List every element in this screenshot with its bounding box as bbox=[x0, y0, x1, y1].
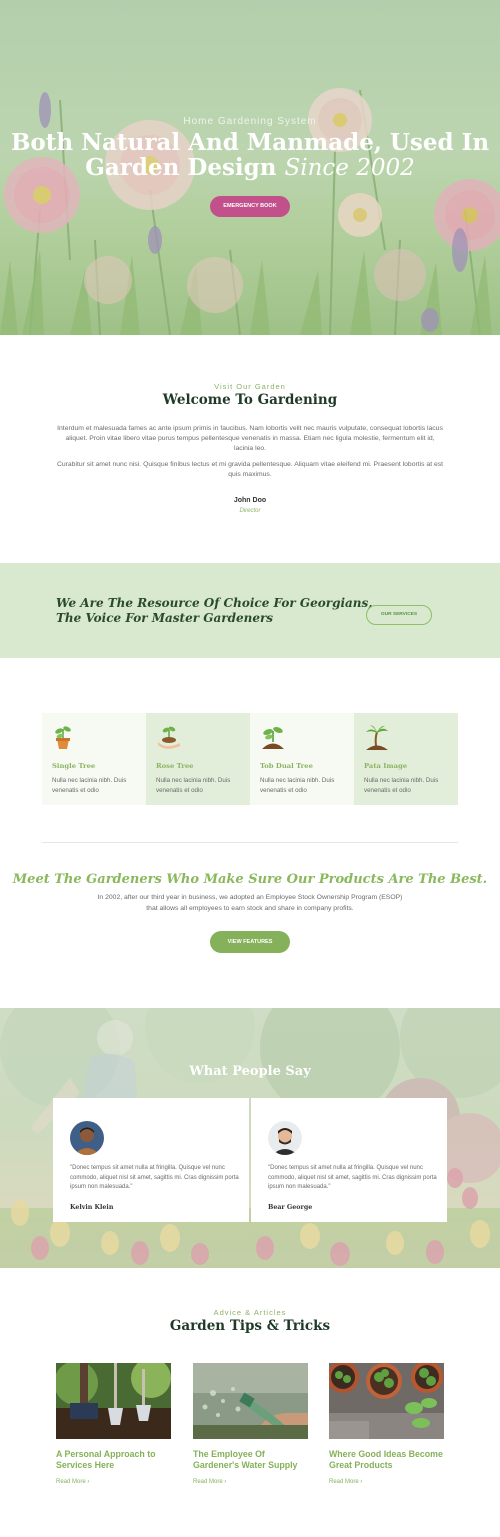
avatar bbox=[70, 1121, 104, 1155]
welcome-kicker: Visit Our Garden bbox=[214, 382, 286, 391]
article-title[interactable]: Where Good Ideas Become Great Products bbox=[329, 1449, 447, 1470]
our-services-button[interactable]: OUR SERVICES bbox=[366, 605, 432, 625]
read-more-link[interactable]: Read More › bbox=[193, 1479, 226, 1485]
chevron-right-icon: › bbox=[360, 1479, 363, 1485]
article-image[interactable] bbox=[56, 1363, 171, 1439]
hand-seedling-icon bbox=[158, 726, 180, 749]
feature-text: Nulla nec lacinia nibh. Duis venenatis e… bbox=[260, 777, 335, 794]
testimonial-author: Kelvin Klein bbox=[70, 1204, 114, 1211]
welcome-paragraph-1: Interdum et malesuada fames ac ante ipsu… bbox=[57, 425, 443, 452]
hero-title-line2: Garden Design Since 2002 bbox=[0, 155, 500, 181]
feature-text: Nulla nec lacinia nibh. Duis venenatis e… bbox=[52, 777, 127, 794]
person-avatar-icon bbox=[268, 1121, 302, 1155]
meet-gardeners-text: In 2002, after our third year in busines… bbox=[70, 893, 430, 914]
band-headline: We Are The Resource Of Choice For Georgi… bbox=[56, 596, 372, 626]
hero-subtitle: Home Gardening System bbox=[183, 116, 317, 127]
read-more-label: Read More bbox=[329, 1479, 359, 1485]
person-avatar-icon bbox=[70, 1121, 104, 1155]
emergency-book-button[interactable]: EMERGENCY BOOK bbox=[210, 196, 290, 217]
meet-text-line1: In 2002, after our third year in busines… bbox=[97, 894, 403, 901]
read-more-link[interactable]: Read More › bbox=[329, 1479, 362, 1485]
band-line-1: We Are The Resource Of Choice For Georgi… bbox=[56, 596, 373, 610]
resource-band: We Are The Resource Of Choice For Georgi… bbox=[0, 563, 500, 658]
chevron-right-icon: › bbox=[224, 1479, 227, 1485]
article-title[interactable]: A Personal Approach to Services Here bbox=[56, 1449, 174, 1470]
welcome-paragraph-2: Curabitur sit amet nunc nisi. Quisque fi… bbox=[56, 461, 444, 478]
welcome-title: Welcome To Gardening bbox=[162, 392, 338, 408]
feature-title: Rose Tree bbox=[156, 762, 194, 770]
watering-hose-photo bbox=[193, 1363, 308, 1439]
hero-title-italic: Since 2002 bbox=[284, 155, 415, 181]
potted-plants-photo bbox=[329, 1363, 444, 1439]
testimonial-card: "Donec tempus sit amet nulla at fringill… bbox=[251, 1098, 447, 1222]
testimonial-quote: "Donec tempus sit amet nulla at fringill… bbox=[70, 1165, 239, 1190]
signer-role: Director bbox=[239, 508, 261, 514]
potted-sprout-icon bbox=[55, 726, 71, 749]
feature-card[interactable]: Tob Dual Tree Nulla nec lacinia nibh. Du… bbox=[250, 713, 354, 805]
testimonial-author: Bear George bbox=[268, 1204, 313, 1211]
testimonials-section: What People Say "Donec tempus sit amet n… bbox=[0, 1008, 500, 1268]
read-more-label: Read More bbox=[193, 1479, 223, 1485]
hero-title-line1: Both Natural And Manmade, Used In bbox=[10, 129, 490, 156]
view-features-button[interactable]: VIEW FEATURES bbox=[210, 931, 290, 953]
meet-text-line2: that allows all employees to earn stock … bbox=[146, 904, 354, 912]
feature-text: Nulla nec lacinia nibh. Duis venenatis e… bbox=[156, 777, 231, 794]
feature-card[interactable]: Single Tree Nulla nec lacinia nibh. Duis… bbox=[42, 713, 146, 805]
testimonials-title: What People Say bbox=[189, 1064, 311, 1079]
read-more-link[interactable]: Read More › bbox=[56, 1479, 89, 1485]
hero-section: Home Gardening System Both Natural And M… bbox=[0, 0, 500, 335]
chevron-right-icon: › bbox=[87, 1479, 90, 1485]
article-image[interactable] bbox=[193, 1363, 308, 1439]
feature-card[interactable]: Pata Image Nulla nec lacinia nibh. Duis … bbox=[354, 713, 458, 805]
read-more-label: Read More bbox=[56, 1479, 86, 1485]
feature-text: Nulla nec lacinia nibh. Duis venenatis e… bbox=[364, 777, 439, 794]
soil-sprout-icon bbox=[262, 727, 284, 749]
section-divider bbox=[42, 842, 458, 843]
band-line-2: The Voice For Master Gardeners bbox=[56, 611, 274, 625]
feature-title: Tob Dual Tree bbox=[260, 762, 313, 770]
tips-title: Garden Tips & Tricks bbox=[169, 1318, 331, 1334]
features-row: Single Tree Nulla nec lacinia nibh. Duis… bbox=[42, 713, 458, 805]
tips-kicker: Advice & Articles bbox=[213, 1308, 287, 1317]
testimonial-card: "Donec tempus sit amet nulla at fringill… bbox=[53, 1098, 249, 1222]
hero-title: Both Natural And Manmade, Used In Garden… bbox=[0, 130, 500, 181]
hero-title-main: Garden Design bbox=[85, 154, 277, 181]
testimonial-quote: "Donec tempus sit amet nulla at fringill… bbox=[268, 1165, 437, 1190]
meet-gardeners-title: Meet The Gardeners Who Make Sure Our Pro… bbox=[12, 872, 488, 887]
avatar bbox=[268, 1121, 302, 1155]
feature-title: Single Tree bbox=[52, 762, 96, 770]
feature-title: Pata Image bbox=[364, 762, 408, 770]
garden-tools-photo bbox=[56, 1363, 171, 1439]
signer-name: John Doo bbox=[233, 497, 267, 504]
article-title[interactable]: The Employee Of Gardener's Water Supply bbox=[193, 1449, 311, 1470]
palm-tree-icon bbox=[366, 725, 388, 750]
feature-card[interactable]: Rose Tree Nulla nec lacinia nibh. Duis v… bbox=[146, 713, 250, 805]
article-image[interactable] bbox=[329, 1363, 444, 1439]
